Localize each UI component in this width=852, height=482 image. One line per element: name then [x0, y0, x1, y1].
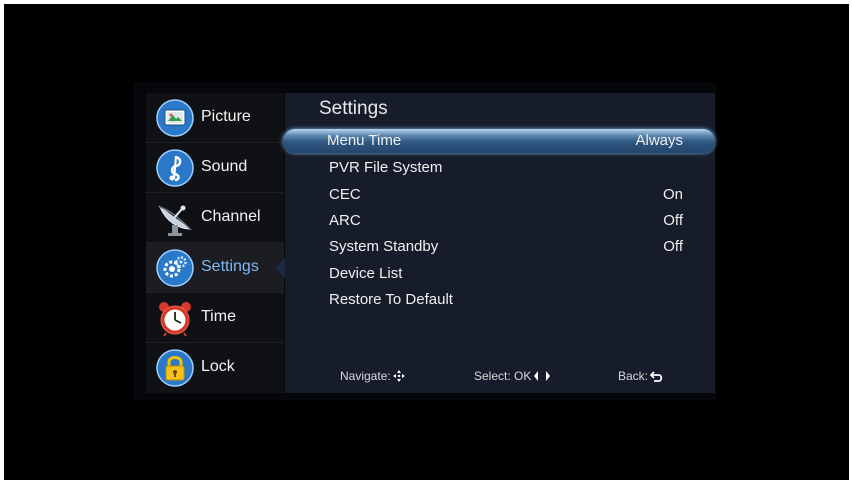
row-value: On: [662, 186, 683, 203]
sidebar-item-sound[interactable]: Sound: [146, 143, 284, 193]
key-hints: Navigate: Select: OK Back:: [285, 369, 715, 389]
menu-row-cec[interactable]: CEC On: [285, 182, 715, 208]
menu-row-restore-to-default[interactable]: Restore To Default: [285, 287, 715, 313]
row-label: PVR File System: [329, 159, 443, 176]
sidebar-item-label: Channel: [201, 208, 261, 225]
picture-icon: [156, 99, 194, 137]
row-label: Menu Time: [327, 132, 402, 149]
hint-select: Select: OK: [474, 369, 551, 383]
gears-icon: [156, 249, 194, 287]
sidebar-item-picture[interactable]: Picture: [146, 93, 284, 143]
sidebar-item-label: Lock: [201, 358, 235, 375]
sidebar: Picture Sound Channel Settings Time Lock: [146, 93, 285, 393]
sidebar-item-time[interactable]: Time: [146, 293, 284, 343]
satellite-dish-icon: [156, 199, 194, 237]
row-label: CEC: [329, 186, 361, 203]
hint-back: Back:: [618, 369, 664, 383]
padlock-icon: [156, 349, 194, 387]
alarm-clock-icon: [156, 299, 194, 337]
menu-row-device-list[interactable]: Device List: [285, 261, 715, 287]
row-value: Always: [635, 132, 683, 149]
row-value: Off: [663, 238, 683, 255]
page-title: Settings: [319, 98, 388, 119]
hint-navigate: Navigate:: [340, 369, 405, 383]
settings-panel: Settings Menu Time Always PVR File Syste…: [283, 93, 715, 393]
row-value: Off: [663, 212, 683, 229]
menu-row-arc[interactable]: ARC Off: [285, 208, 715, 234]
music-note-icon: [156, 149, 194, 187]
row-label: ARC: [329, 212, 361, 229]
sidebar-item-label: Time: [201, 308, 236, 325]
row-label: Device List: [329, 265, 403, 282]
sidebar-item-lock[interactable]: Lock: [146, 343, 284, 393]
sidebar-item-label: Picture: [201, 108, 251, 125]
menu-row-menu-time[interactable]: Menu Time Always: [283, 129, 715, 153]
back-arrow-icon: [650, 370, 664, 382]
left-right-arrows-icon: [533, 370, 551, 382]
sidebar-item-label: Settings: [201, 258, 259, 275]
hint-select-label: Select: OK: [474, 369, 532, 383]
dpad-icon: [392, 370, 405, 382]
row-label: System Standby: [329, 238, 439, 255]
sidebar-item-settings[interactable]: Settings: [146, 243, 285, 293]
hint-navigate-label: Navigate:: [340, 369, 391, 383]
menu-row-pvr-file-system[interactable]: PVR File System: [285, 155, 715, 181]
hint-back-label: Back:: [618, 369, 649, 383]
sidebar-item-channel[interactable]: Channel: [146, 193, 284, 243]
active-pointer: [276, 258, 285, 278]
menu-row-system-standby[interactable]: System Standby Off: [285, 234, 715, 260]
row-label: Restore To Default: [329, 291, 453, 308]
sidebar-item-label: Sound: [201, 158, 248, 175]
